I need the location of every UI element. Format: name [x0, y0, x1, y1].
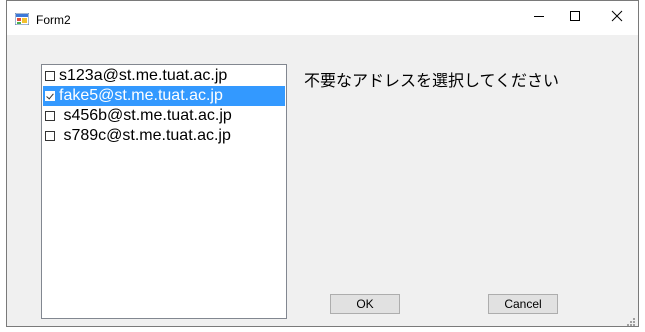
- maximize-icon: [569, 9, 581, 27]
- minimize-icon: [533, 9, 545, 27]
- form2-window: Form2 s123a@st.me.tuat.ac.jp fake5@st.me…: [6, 0, 639, 327]
- list-item-label: s789c@st.me.tuat.ac.jp: [59, 127, 231, 144]
- item-checkbox[interactable]: [45, 111, 55, 121]
- list-item[interactable]: s123a@st.me.tuat.ac.jp: [43, 66, 285, 86]
- resize-grip-icon[interactable]: [626, 314, 636, 326]
- window-title: Form2: [36, 13, 71, 27]
- list-item[interactable]: s456b@st.me.tuat.ac.jp: [43, 106, 285, 126]
- ok-button[interactable]: OK: [330, 294, 400, 314]
- list-item[interactable]: fake5@st.me.tuat.ac.jp: [43, 86, 285, 106]
- list-item[interactable]: s789c@st.me.tuat.ac.jp: [43, 126, 285, 146]
- list-item-label: s123a@st.me.tuat.ac.jp: [59, 67, 228, 84]
- form-app-icon: [14, 12, 30, 26]
- title-bar[interactable]: Form2: [7, 1, 638, 35]
- item-checkbox[interactable]: [45, 71, 55, 81]
- close-button[interactable]: [597, 1, 637, 35]
- address-checked-listbox[interactable]: s123a@st.me.tuat.ac.jp fake5@st.me.tuat.…: [41, 64, 287, 319]
- instruction-label: 不要なアドレスを選択してください: [304, 73, 560, 90]
- close-icon: [611, 9, 623, 27]
- minimize-button[interactable]: [519, 1, 559, 35]
- item-checkbox[interactable]: [45, 91, 55, 101]
- list-item-label: s456b@st.me.tuat.ac.jp: [59, 107, 232, 124]
- maximize-button[interactable]: [555, 1, 595, 35]
- form-client-area: s123a@st.me.tuat.ac.jp fake5@st.me.tuat.…: [7, 35, 638, 326]
- item-checkbox[interactable]: [45, 131, 55, 141]
- list-item-label: fake5@st.me.tuat.ac.jp: [59, 87, 223, 104]
- cancel-button[interactable]: Cancel: [488, 294, 558, 314]
